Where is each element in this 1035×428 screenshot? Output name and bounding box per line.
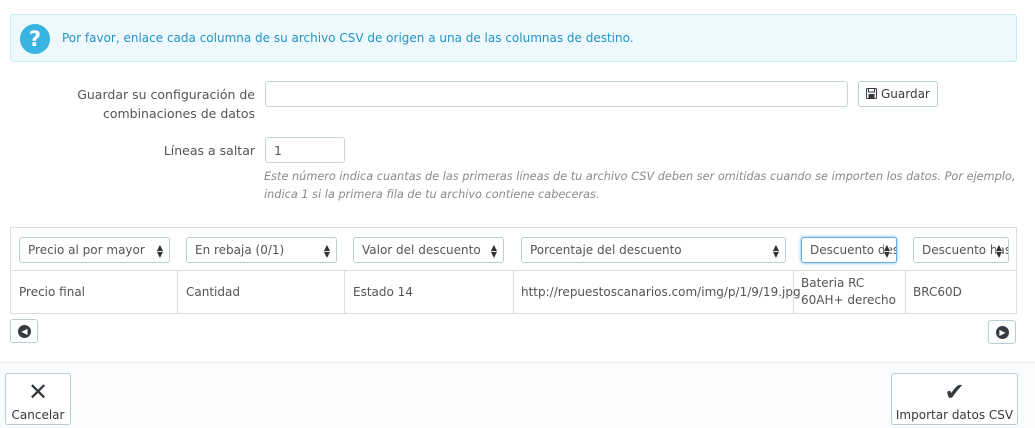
cell-divider [905,271,906,314]
column-select-value: En rebaja (0/1) [195,243,285,257]
select-arrows-icon: ▲ ▼ [490,243,497,259]
skip-lines-help: Este número indica cuantas de las primer… [264,170,1016,201]
chevron-right-icon: ▶ [996,326,1009,339]
select-arrows-icon: ▲ ▼ [156,243,163,259]
column-select-5[interactable]: Descuento desde (aaaa-mm-dd) ▲▼ [801,237,897,263]
table-cell: Bateria RC 60AH+ derecho [801,275,896,309]
save-config-label-line2: combinaciones de datos [102,106,255,121]
table-cell: BRC60D [913,285,962,299]
previous-columns-button[interactable]: ◀ [10,319,38,343]
checkmark-icon: ✔ [944,378,965,406]
next-columns-button[interactable]: ▶ [988,320,1016,344]
table-cell: Estado 14 [353,285,413,299]
skip-lines-label: Líneas a saltar [163,143,255,158]
alert-message: Por favor, enlace cada columna de su arc… [62,31,634,45]
cancel-button-label: Cancelar [11,408,65,422]
column-select-value: Valor del descuento [362,243,481,257]
table-cell-line2: 60AH+ derecho [801,293,896,307]
cell-divider [513,271,514,314]
save-config-input[interactable] [265,81,848,107]
import-csv-button[interactable]: ✔ Importar datos CSV [891,373,1018,425]
cancel-button[interactable]: ✕ Cancelar [5,373,71,425]
save-config-label-line1: Guardar su configuración de [77,87,255,102]
info-alert: ? Por favor, enlace cada columna de su a… [10,14,1017,62]
table-cell: Cantidad [186,285,240,299]
save-config-label: Guardar su configuración de combinacione… [60,85,255,123]
chevron-left-icon: ◀ [18,325,31,338]
select-arrows-icon: ▲ ▼ [772,243,779,259]
column-select-value: Precio al por mayor [28,243,145,257]
floppy-disk-icon [866,88,878,99]
column-select-4[interactable]: Porcentaje del descuento ▲ ▼ [521,237,786,263]
save-button-label: Guardar [880,87,930,101]
column-select-row: Precio al por mayor ▲ ▼ En rebaja (0/1) ▲… [11,228,1016,271]
close-icon: ✕ [27,378,49,406]
save-button[interactable]: Guardar [858,81,938,107]
column-select-1[interactable]: Precio al por mayor ▲ ▼ [19,237,170,263]
select-arrows-icon: ▲ ▼ [883,238,890,259]
table-cell: http://repuestoscanarios.com/img/p/1/9/1… [521,285,801,299]
import-button-label: Importar datos CSV [895,408,1014,422]
panel-footer: ✕ Cancelar ✔ Importar datos CSV [0,362,1035,428]
column-select-6[interactable]: Descuento hasta (aaaa-mm-dd) ▲▼ [913,237,1009,263]
table-cell: Precio final [19,285,86,299]
skip-lines-input[interactable] [265,137,345,163]
column-select-value: Porcentaje del descuento [530,243,682,257]
table-row: Precio final Cantidad Estado 14 http://r… [11,271,1016,314]
select-arrows-icon: ▲ ▼ [995,238,1002,259]
cell-divider [344,271,345,314]
cell-divider [177,271,178,314]
question-icon: ? [20,24,50,54]
column-select-2[interactable]: En rebaja (0/1) ▲ ▼ [186,237,337,263]
select-arrows-icon: ▲ ▼ [323,243,330,259]
column-select-3[interactable]: Valor del descuento ▲ ▼ [353,237,504,263]
table-cell-line1: Bateria RC [801,276,865,290]
mapping-table: Precio al por mayor ▲ ▼ En rebaja (0/1) ▲… [10,227,1017,314]
